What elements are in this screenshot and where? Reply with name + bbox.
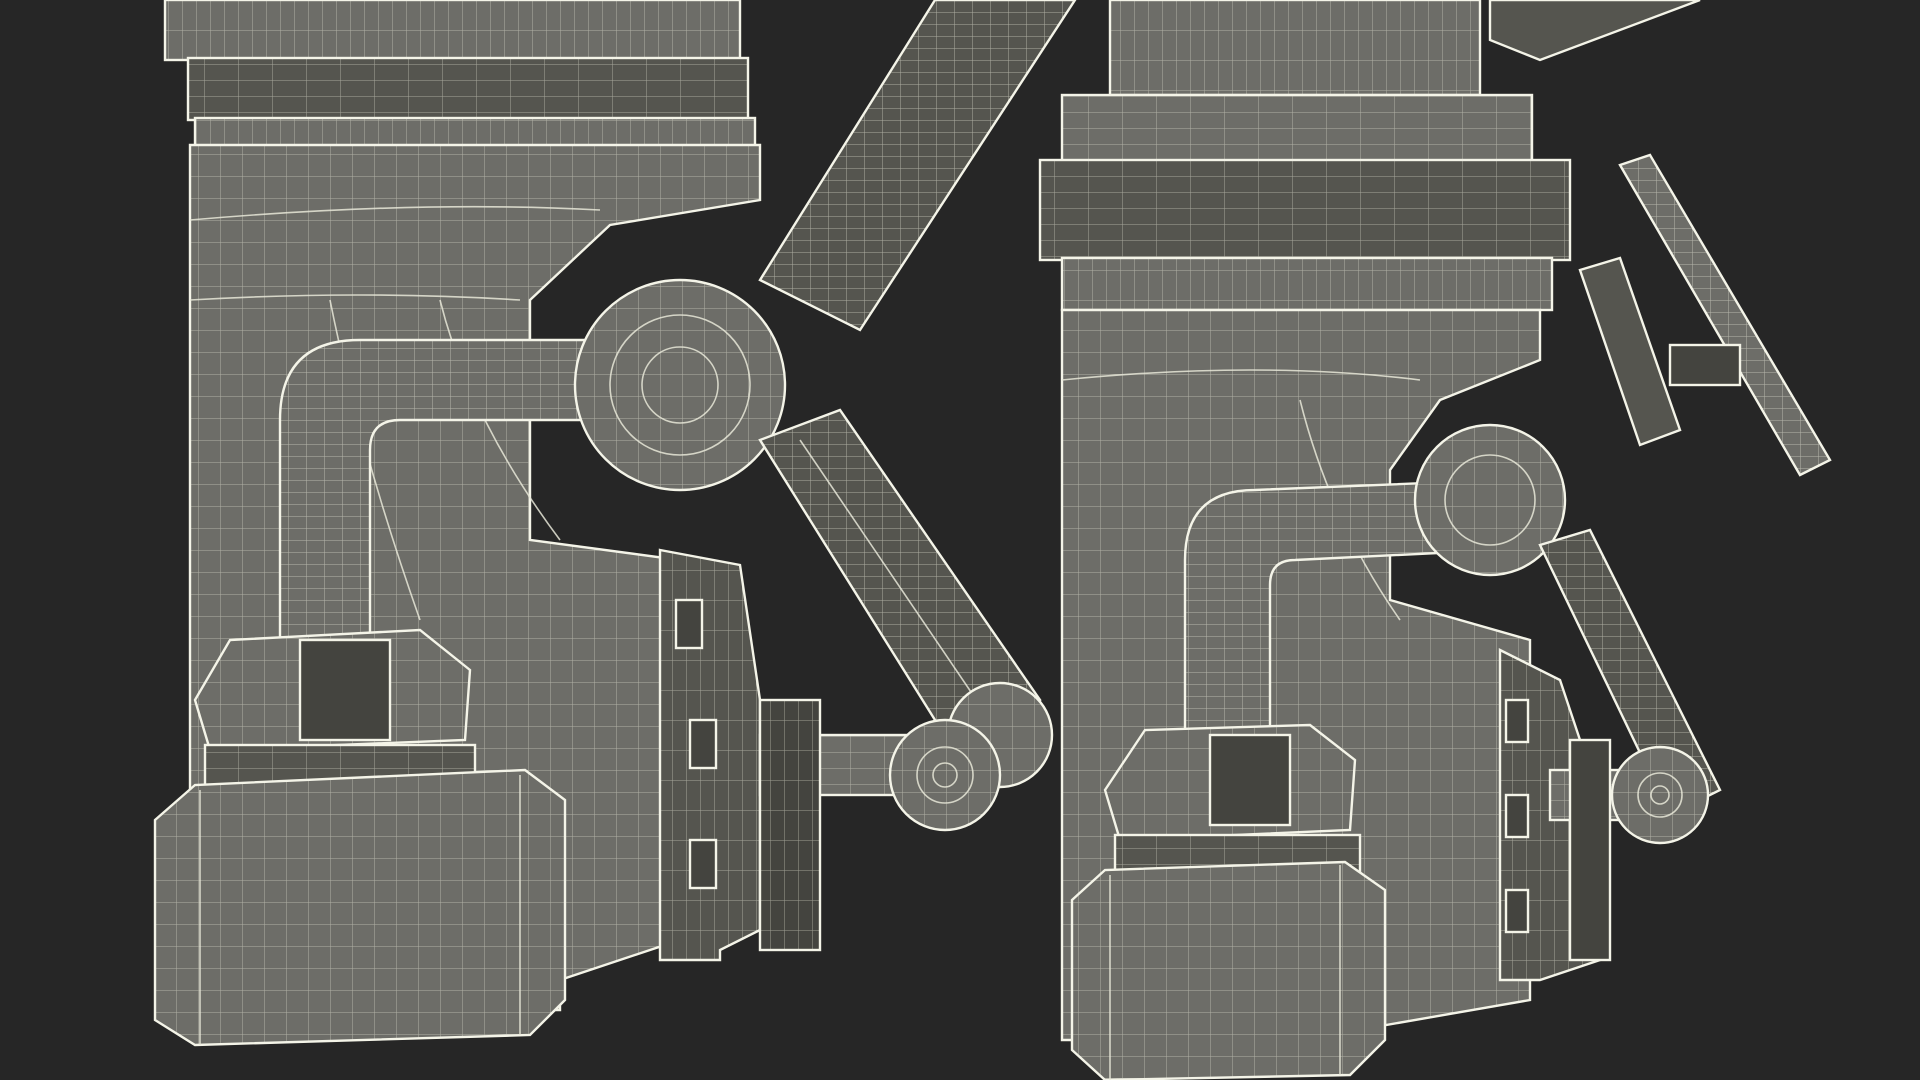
wireframe-render (0, 0, 1920, 1080)
left-nut-collar (193, 628, 477, 787)
left-ball-joint (573, 278, 787, 492)
left-side-panel (658, 548, 762, 962)
right-foot-block (1070, 860, 1387, 1080)
right-nut-collar (1103, 723, 1362, 877)
left-foot-block (153, 768, 567, 1047)
left-top-block (163, 0, 757, 148)
right-knee-joint (1610, 745, 1710, 845)
